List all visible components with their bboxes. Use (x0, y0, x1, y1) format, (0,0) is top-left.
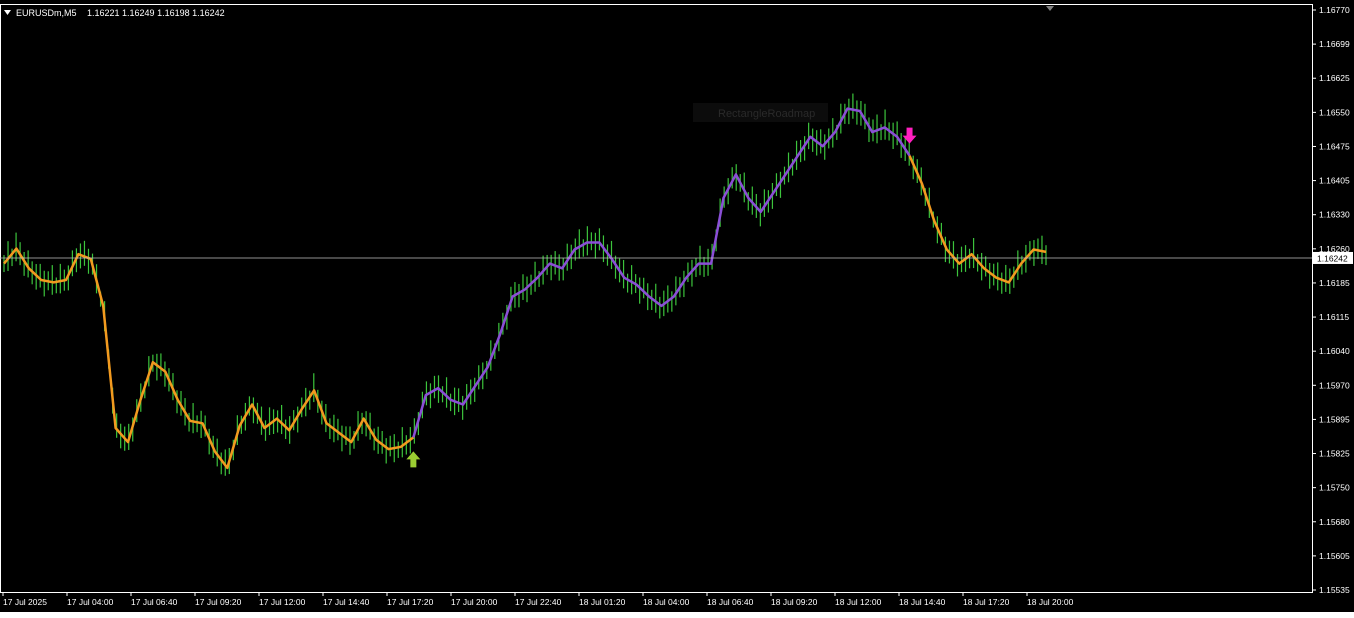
x-tick-label: 17 Jul 14:40 (323, 597, 370, 607)
x-tick-label: 17 Jul 12:00 (259, 597, 306, 607)
price-axis[interactable]: 1.16770 1.16699 1.16625 1.16550 1.16475 1.164… (1312, 5, 1350, 595)
y-tick-label: 1.16405 (1319, 176, 1350, 186)
buy-arrow-icon (406, 451, 421, 468)
y-tick-label: 1.16550 (1319, 107, 1350, 117)
x-tick-label: 18 Jul 17:20 (963, 597, 1010, 607)
chart-frame (0, 4, 1313, 593)
y-tick-label: 1.16115 (1319, 312, 1349, 322)
status-bar (0, 612, 1354, 618)
ohlc-readout: 1.16221 1.16249 1.16198 1.16242 (87, 8, 225, 18)
x-tick-label: 18 Jul 06:40 (707, 597, 754, 607)
x-tick-label: 17 Jul 04:00 (67, 597, 114, 607)
y-tick-label: 1.15605 (1319, 551, 1350, 561)
y-tick-label: 1.16625 (1319, 73, 1350, 83)
y-tick-label: 1.16185 (1319, 278, 1350, 288)
chart-window[interactable]: EURUSDm,M5 1.16221 1.16249 1.16198 1.162… (0, 0, 1354, 618)
y-tick-label: 1.16475 (1319, 141, 1350, 151)
x-tick-label: 17 Jul 22:40 (515, 597, 562, 607)
symbol-menu-icon[interactable] (4, 10, 11, 15)
y-tick-label: 1.15970 (1319, 380, 1350, 390)
y-tick-label: 1.15680 (1319, 517, 1350, 527)
current-price-layer: 1.16242 (0, 251, 1353, 264)
y-tick-label: 1.16040 (1319, 346, 1350, 356)
x-tick-label: 18 Jul 04:00 (643, 597, 690, 607)
symbol-label: EURUSDm,M5 (16, 8, 77, 18)
x-tick-label: 17 Jul 2025 (3, 597, 47, 607)
candles-layer (3, 93, 1047, 476)
x-tick-label: 17 Jul 09:20 (195, 597, 242, 607)
x-tick-label: 17 Jul 06:40 (131, 597, 178, 607)
chart-shift-marker[interactable] (1046, 6, 1054, 11)
x-tick-label: 17 Jul 17:20 (387, 597, 434, 607)
signals-layer (406, 127, 917, 468)
price-chart[interactable]: EURUSDm,M5 1.16221 1.16249 1.16198 1.162… (0, 0, 1354, 618)
y-tick-label: 1.16260 (1319, 244, 1350, 254)
x-tick-label: 18 Jul 20:00 (1027, 597, 1074, 607)
moving-average-layer (3, 107, 1047, 470)
x-tick-label: 18 Jul 01:20 (579, 597, 626, 607)
y-tick-label: 1.16699 (1319, 39, 1350, 49)
y-tick-label: 1.15535 (1319, 585, 1350, 595)
x-tick-label: 18 Jul 12:00 (835, 597, 882, 607)
y-tick-label: 1.15825 (1319, 449, 1350, 459)
y-tick-label: 1.15895 (1319, 414, 1350, 424)
x-tick-label: 18 Jul 09:20 (771, 597, 818, 607)
y-tick-label: 1.16330 (1319, 210, 1350, 220)
y-tick-label: 1.15750 (1319, 483, 1350, 493)
x-tick-label: 18 Jul 14:40 (899, 597, 946, 607)
ma-segment-bullish (412, 107, 911, 438)
watermark-label: RectangleRoadmap (718, 108, 815, 120)
current-price-label: 1.16242 (1317, 253, 1348, 263)
y-tick-label: 1.16770 (1319, 5, 1350, 15)
ma-segment-bearish (3, 247, 415, 470)
x-tick-label: 17 Jul 20:00 (451, 597, 498, 607)
time-axis[interactable]: 17 Jul 2025 17 Jul 04:00 17 Jul 06:40 17 Ju… (2, 592, 1074, 607)
